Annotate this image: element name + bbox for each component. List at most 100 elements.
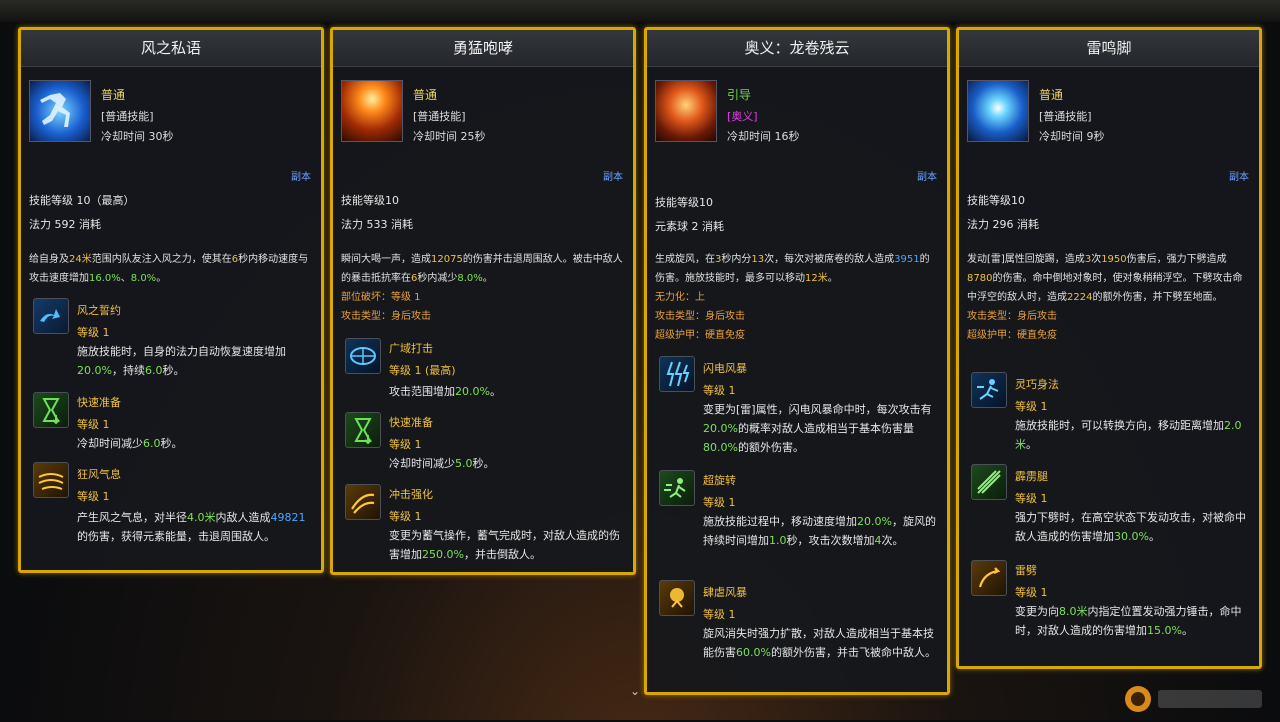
sub-skill-level: 等级 1 (最高) [389,364,456,377]
sub-skill-level: 等级 1 [389,510,422,523]
sub-skill-name: 超旋转 [703,474,736,487]
skill-category: 普通 [413,88,438,102]
sub-skill-level: 等级 1 [1015,586,1048,599]
skill-header: 引导 [奥义] 冷却时间 16秒 [655,80,925,144]
wind-runner-skill-icon [29,80,91,142]
sub-skill-name: 雷劈 [1015,564,1037,577]
dungeon-link[interactable]: 副本 [917,168,937,183]
sub-skill-level: 等级 1 [77,490,110,503]
orb-cost: 元素球 2 消耗 [655,220,724,233]
sub-skill-name: 狂风气息 [77,468,121,481]
skill-level: 技能等级10 [341,194,399,207]
attack-type: 攻击类型：身后攻击 [655,311,745,322]
sub-skill-description: 施放技能时，自身的法力自动恢复速度增加20.0%，持续6.0秒。 [77,345,286,377]
hourglass-icon [33,392,69,428]
tornado-skill-icon [655,80,717,142]
sub-skill-level: 等级 1 [703,496,736,509]
sub-skill-name: 风之誓约 [77,304,121,317]
sub-skill-level: 等级 1 [1015,400,1048,413]
wide-strike-icon [345,338,381,374]
sub-skill-name: 快速准备 [77,396,121,409]
sub-skill-level: 等级 1 [389,438,422,451]
card-title: 风之私语 [21,30,321,67]
skill-level: 技能等级10 [967,194,1025,207]
sub-skill-description: 冷却时间减少6.0秒。 [77,437,183,450]
sub-skill-description: 施放技能时，可以转换方向，移动距离增加2.0米。 [1015,419,1242,451]
sub-skill-description: 变更为蓄气操作，蓄气完成时，对敌人造成的伤害增加250.0%，并击倒敌人。 [389,529,620,561]
sub-skill-name: 灵巧身法 [1015,378,1059,391]
site-watermark-logo [1122,680,1272,718]
skill-type: [普通技能] [413,110,466,123]
skill-description: 瞬间大喝一声，造成12075的伤害并击退周围敌人。被击中敌人的暴击抵抗率在6秒内… [341,250,623,326]
card-title: 勇猛咆哮 [333,30,633,67]
sub-skill-description: 冷却时间减少5.0秒。 [389,457,495,470]
sub-skill-name: 广域打击 [389,342,433,355]
dungeon-link[interactable]: 副本 [1229,168,1249,183]
sub-skill-level: 等级 1 [1015,492,1048,505]
skill-description: 生成旋风，在3秒内分13次，每次对被席卷的敌人造成3951的伤害。施放技能时，最… [655,250,937,345]
skill-level: 技能等级 10（最高） [29,194,135,207]
sub-skill-description: 变更为[雷]属性，闪电风暴命中时，每次攻击有20.0%的概率对敌人造成相当于基本… [703,403,932,454]
sub-skill-name: 闪电风暴 [703,362,747,375]
impact-boost-icon [345,484,381,520]
attack-type: 攻击类型：身后攻击 [967,311,1057,322]
lightning-storm-icon [659,356,695,392]
skill-card-brave-roar: 勇猛咆哮 普通 [普通技能] 冷却时间 25秒 副本 技能等级10 法力 533… [330,27,636,575]
sub-skill-description: 变更为向8.0米内指定位置发动强力锤击，命中时，对敌人造成的伤害增加15.0%。 [1015,605,1242,637]
wind-vow-icon [33,298,69,334]
sub-skill-level: 等级 1 [77,326,110,339]
hourglass-icon [345,412,381,448]
sub-skill-description: 施放技能过程中，移动速度增加20.0%，旋风的持续时间增加1.0秒，攻击次数增加… [703,515,936,547]
chevron-down-icon[interactable]: ⌄ [630,684,640,698]
sub-skill-name: 肆虐风暴 [703,586,747,599]
sub-skill-level: 等级 1 [703,608,736,621]
sub-skill-name: 冲击强化 [389,488,433,501]
skill-type: [普通技能] [1039,110,1092,123]
skill-type: [普通技能] [101,110,154,123]
card-title: 奥义：龙卷残云 [647,30,947,67]
skill-header: 普通 [普通技能] 冷却时间 9秒 [967,80,1237,144]
incapacitate: 无力化：上 [655,292,705,303]
super-armor: 超级护甲：硬直免疫 [655,330,745,341]
skill-category: 普通 [1039,88,1064,102]
sub-skill-name: 霹雳腿 [1015,470,1048,483]
skill-card-wind-whisper: 风之私语 普通 [普通技能] 冷却时间 30秒 副本 技能等级 10（最高） 法… [18,27,324,573]
agile-body-icon [971,372,1007,408]
dungeon-link[interactable]: 副本 [291,168,311,183]
attack-type: 攻击类型：身后攻击 [341,311,431,322]
mana-cost: 法力 592 消耗 [29,218,101,231]
skill-level: 技能等级10 [655,196,713,209]
sub-skill-name: 快速准备 [389,416,433,429]
dungeon-link[interactable]: 副本 [603,168,623,183]
skill-card-tornado: 奥义：龙卷残云 引导 [奥义] 冷却时间 16秒 副本 技能等级10 元素球 2… [644,27,950,695]
skill-cooldown: 冷却时间 16秒 [727,130,800,143]
mana-cost: 法力 533 消耗 [341,218,413,231]
super-spin-icon [659,470,695,506]
skill-header: 普通 [普通技能] 冷却时间 25秒 [341,80,611,144]
super-armor: 超级护甲：硬直免疫 [967,330,1057,341]
sub-skill-level: 等级 1 [77,418,110,431]
skill-cooldown: 冷却时间 25秒 [413,130,486,143]
skill-description: 给自身及24米范围内队友注入风之力，使其在6秒内移动速度与攻击速度增加16.0%… [29,254,309,284]
skill-category: 引导 [727,88,752,102]
top-bar-background [0,0,1280,22]
rampage-storm-icon [659,580,695,616]
sub-skill-description: 攻击范围增加20.0%。 [389,385,501,398]
card-title: 雷鸣脚 [959,30,1259,67]
sub-skill-description: 强力下劈时，在高空状态下发动攻击，对被命中敌人造成的伤害增加30.0%。 [1015,511,1246,543]
skill-description: 发动[雷]属性回旋踢，造成3次1950伤害后，强力下劈造成8780的伤害。命中倒… [967,250,1249,345]
thunder-kick-skill-icon [967,80,1029,142]
skill-cooldown: 冷却时间 30秒 [101,130,174,143]
roar-skill-icon [341,80,403,142]
mana-cost: 法力 296 消耗 [967,218,1039,231]
skill-cooldown: 冷却时间 9秒 [1039,130,1105,143]
part-break: 部位破坏：等级 1 [341,292,421,303]
gale-breath-icon [33,462,69,498]
thunder-chop-icon [971,560,1007,596]
skill-header: 普通 [普通技能] 冷却时间 30秒 [29,80,299,144]
sub-skill-description: 产生风之气息，对半径4.0米内敌人造成49821的伤害，获得元素能量，击退周围敌… [77,511,306,543]
skill-type: [奥义] [727,110,758,123]
skill-category: 普通 [101,88,126,102]
skill-card-thunder-kick: 雷鸣脚 普通 [普通技能] 冷却时间 9秒 副本 技能等级10 法力 296 消… [956,27,1262,669]
thunderbolt-leg-icon [971,464,1007,500]
